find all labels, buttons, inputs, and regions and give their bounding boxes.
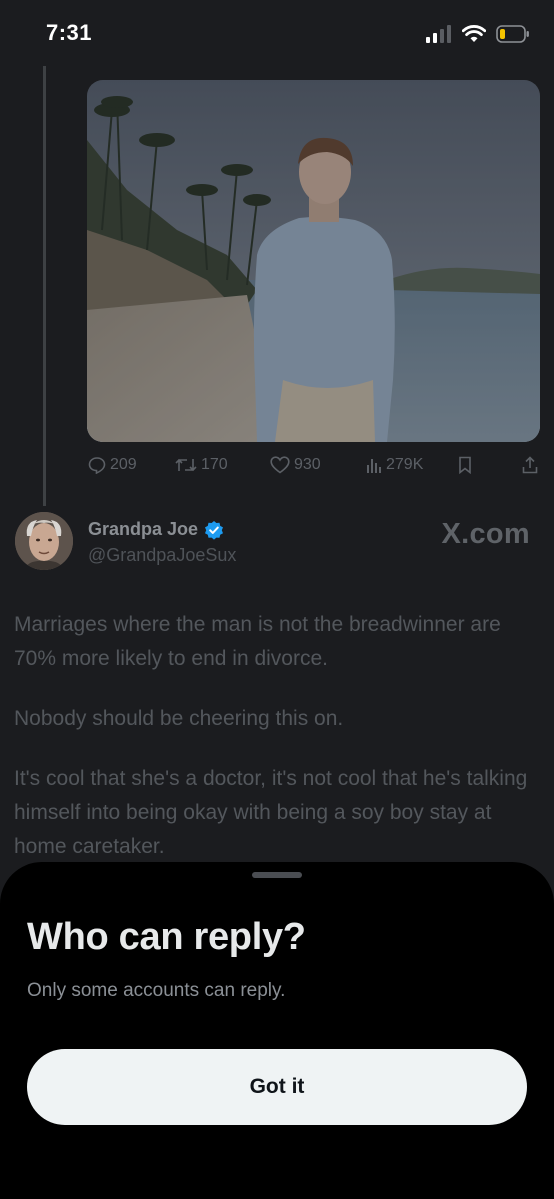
status-icons — [426, 22, 530, 46]
author-name-text: Grandpa Joe — [88, 519, 199, 539]
avatar[interactable] — [15, 512, 73, 570]
tweet-photo[interactable] — [87, 80, 540, 442]
sheet-drag-handle[interactable] — [252, 872, 302, 878]
tweet-paragraph: It's cool that she's a doctor, it's not … — [14, 767, 528, 858]
cellular-signal-icon — [426, 25, 451, 43]
sheet-subtitle: Only some accounts can reply. — [27, 980, 286, 1001]
retweet-icon — [175, 458, 197, 472]
bottom-sheet: Who can reply? Only some accounts can re… — [0, 862, 554, 1199]
share-icon — [522, 456, 538, 474]
tweet-text: Marriages where the man is not the bread… — [14, 608, 542, 890]
battery-low-icon — [496, 25, 529, 43]
verified-badge-icon — [205, 520, 224, 540]
retweet-action[interactable]: 170 — [175, 456, 228, 474]
views-icon — [367, 459, 381, 473]
like-action[interactable]: 930 — [270, 456, 321, 474]
tweet-actions: 209 170 930 279K — [88, 456, 540, 480]
avatar-image — [15, 512, 73, 570]
heart-icon — [270, 456, 290, 474]
thread-line — [43, 66, 46, 506]
wifi-icon — [462, 25, 486, 42]
bookmark-action[interactable] — [458, 456, 472, 474]
author-handle[interactable]: @GrandpaJoeSux — [88, 545, 236, 566]
reply-icon — [88, 457, 106, 474]
sheet-title: Who can reply? — [27, 916, 306, 958]
photo-dim-overlay — [87, 80, 540, 442]
got-it-button[interactable]: Got it — [27, 1049, 527, 1125]
tweet-paragraph: Marriages where the man is not the bread… — [14, 613, 501, 670]
reply-count: 209 — [110, 456, 137, 473]
views-action[interactable]: 279K — [366, 456, 423, 474]
tweet-paragraph: Nobody should be cheering this on. — [14, 707, 344, 730]
views-count: 279K — [386, 456, 424, 473]
retweet-count: 170 — [201, 456, 228, 473]
author-name[interactable]: Grandpa Joe — [88, 519, 224, 540]
reply-action[interactable]: 209 — [88, 456, 137, 474]
bookmark-icon — [459, 456, 471, 474]
share-action[interactable] — [522, 456, 538, 474]
like-count: 930 — [294, 456, 321, 473]
screen: 7:31 209 170 930 279K Grandpa Joe @Grand… — [0, 0, 554, 1199]
status-bar: 7:31 — [0, 0, 554, 70]
xcom-watermark: X.com — [441, 518, 530, 550]
status-time: 7:31 — [46, 20, 93, 45]
